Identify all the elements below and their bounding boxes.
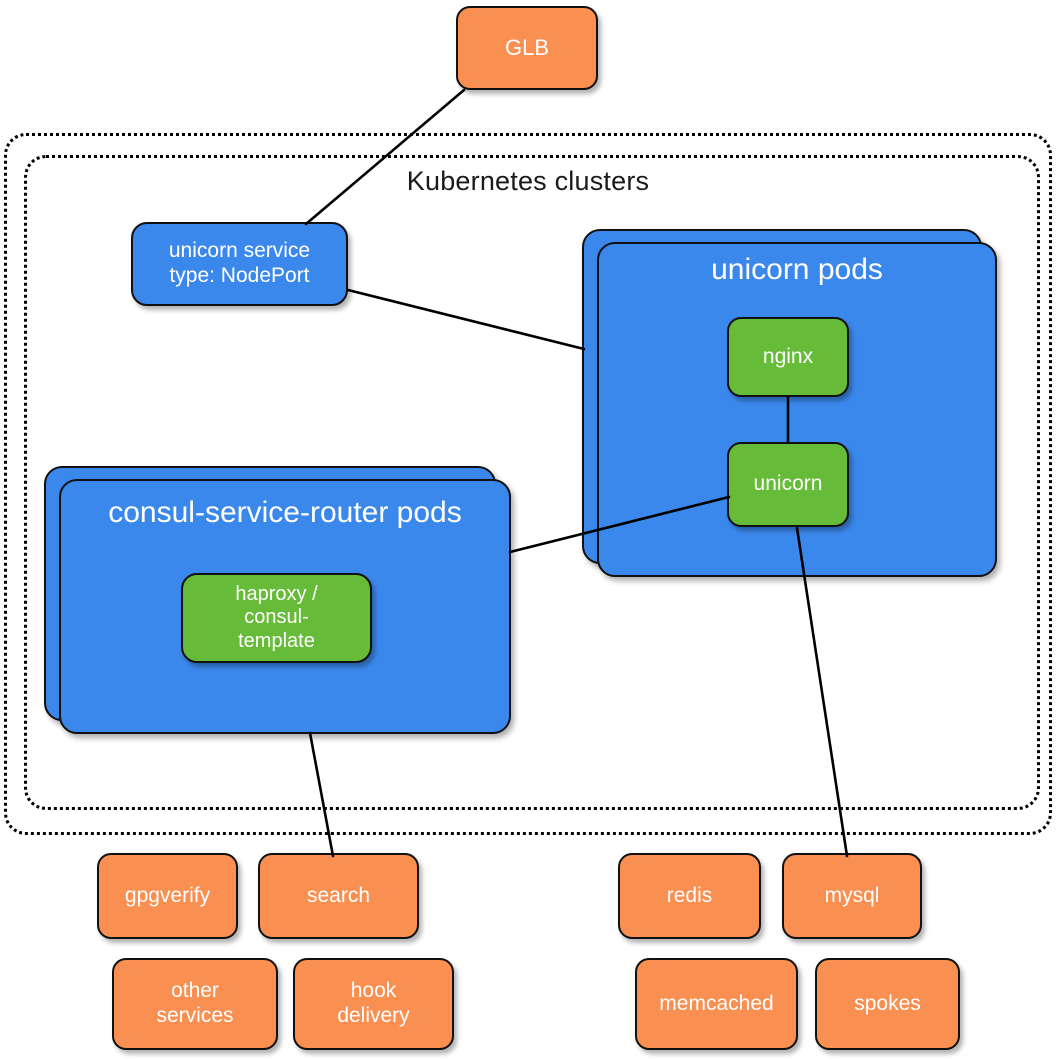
other-services-label-line2: services [156,1004,234,1027]
haproxy-label-line3: template [238,629,315,652]
node-service-redis[interactable]: redis [618,853,761,939]
node-unicorn-service[interactable]: unicorn service type: NodePort [131,222,348,306]
node-glb[interactable]: GLB [456,6,598,90]
other-services-label: other services [156,979,233,1029]
node-service-mysql[interactable]: mysql [782,853,922,939]
node-container-unicorn[interactable]: unicorn [727,442,849,527]
node-container-haproxy-consul-template[interactable]: haproxy / consul- template [181,573,372,663]
node-service-spokes[interactable]: spokes [815,958,960,1050]
hook-delivery-label: hook delivery [337,979,409,1029]
unicorn-service-label: unicorn service type: NodePort [169,239,310,289]
unicorn-service-label-line1: unicorn service [168,239,311,263]
node-container-nginx[interactable]: nginx [727,317,849,397]
node-service-other-services[interactable]: other services [112,958,278,1050]
node-service-hook-delivery[interactable]: hook delivery [293,958,454,1050]
haproxy-label: haproxy / consul- template [235,583,317,654]
other-services-label-line1: other [171,979,219,1003]
diagram-canvas: Kubernetes clusters GLB unicorn service … [0,0,1056,1060]
kubernetes-clusters-title: Kubernetes clusters [406,166,650,196]
haproxy-label-line1: haproxy / [235,582,318,605]
haproxy-label-line2: consul- [244,606,309,629]
node-service-memcached[interactable]: memcached [635,958,798,1050]
unicorn-service-label-line2: type: NodePort [169,264,310,287]
node-service-gpgverify[interactable]: gpgverify [97,853,238,939]
node-service-search[interactable]: search [258,853,419,939]
hook-delivery-label-line2: delivery [337,1004,410,1027]
hook-delivery-label-line1: hook [350,979,397,1003]
